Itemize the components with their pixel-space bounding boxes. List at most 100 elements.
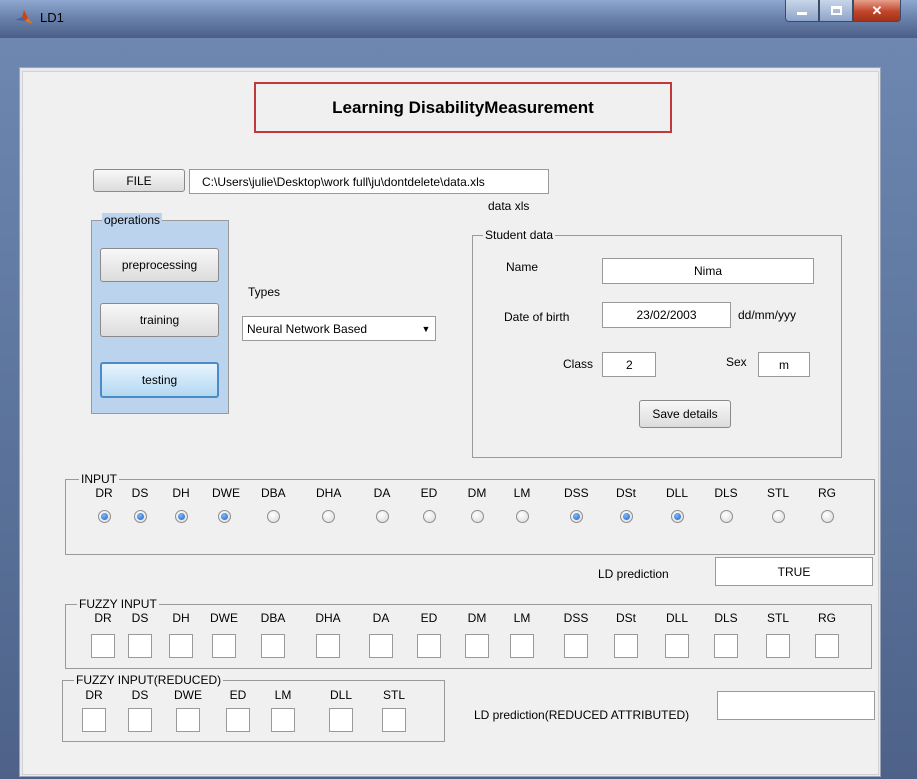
fuzzy-input-label: LM	[513, 611, 531, 625]
save-details-button[interactable]: Save details	[639, 400, 731, 428]
fuzzy-input-field-dst[interactable]	[614, 634, 638, 658]
input-radio-dr[interactable]	[98, 510, 111, 523]
name-field[interactable]: Nima	[602, 258, 814, 284]
fuzzy-reduced-label: STL	[382, 688, 405, 702]
fuzzy-input-field-rg[interactable]	[815, 634, 839, 658]
fuzzy-reduced-field-dwe[interactable]	[176, 708, 200, 732]
fuzzy-input-field-dr[interactable]	[91, 634, 115, 658]
fuzzy-input-field-lm[interactable]	[510, 634, 534, 658]
class-field[interactable]: 2	[602, 352, 656, 377]
input-label: RG	[818, 486, 836, 500]
fuzzy-reduced-field-stl[interactable]	[382, 708, 406, 732]
fuzzy-input-field-stl[interactable]	[766, 634, 790, 658]
maximize-icon	[830, 6, 842, 15]
input-radio-dls[interactable]	[720, 510, 733, 523]
input-radio-stl[interactable]	[772, 510, 785, 523]
fuzzy-input-label: DWE	[210, 611, 238, 625]
sex-field[interactable]: m	[758, 352, 810, 377]
training-button[interactable]: training	[100, 303, 219, 337]
fuzzy-input-label: DS	[131, 611, 149, 625]
window-title: LD1	[40, 10, 64, 25]
title-bar[interactable]: LD1 ✕	[0, 0, 917, 38]
input-radio-dss[interactable]	[570, 510, 583, 523]
input-label: STL	[766, 486, 789, 500]
fuzzy-reduced-field-dll[interactable]	[329, 708, 353, 732]
file-button[interactable]: FILE	[93, 169, 185, 192]
input-radio-dha[interactable]	[322, 510, 335, 523]
ld-prediction-field[interactable]: TRUE	[715, 557, 873, 586]
input-label: DSS	[564, 486, 589, 500]
input-radio-da[interactable]	[376, 510, 389, 523]
fuzzy-input-field-dha[interactable]	[316, 634, 340, 658]
fuzzy-reduced-label: DLL	[329, 688, 352, 702]
dob-format-label: dd/mm/yyy	[738, 308, 797, 322]
input-radio-rg[interactable]	[821, 510, 834, 523]
sex-label: Sex	[726, 355, 747, 369]
fuzzy-input-field-dm[interactable]	[465, 634, 489, 658]
main-panel: Learning DisabilityMeasurement FILE C:\U…	[22, 71, 879, 775]
fuzzy-input-label: DLL	[665, 611, 688, 625]
input-label: DWE	[212, 486, 240, 500]
chevron-down-icon: ▼	[421, 323, 431, 334]
fuzzy-reduced-field-dr[interactable]	[82, 708, 106, 732]
fuzzy-input-label: DLS	[714, 611, 738, 625]
fuzzy-input-field-dss[interactable]	[564, 634, 588, 658]
ld-prediction-reduced-field[interactable]	[717, 691, 875, 720]
input-label: DH	[172, 486, 190, 500]
input-label: LM	[513, 486, 531, 500]
types-label: Types	[248, 285, 281, 299]
dob-field[interactable]: 23/02/2003	[602, 302, 731, 328]
input-label: DM	[467, 486, 487, 500]
fuzzy-reduced-field-ed[interactable]	[226, 708, 250, 732]
figure-client-area: Learning DisabilityMeasurement FILE C:\U…	[19, 67, 881, 777]
fuzzy-input-field-ed[interactable]	[417, 634, 441, 658]
fuzzy-input-field-ds[interactable]	[128, 634, 152, 658]
input-radio-ed[interactable]	[423, 510, 436, 523]
close-button[interactable]: ✕	[853, 0, 901, 22]
fuzzy-input-field-dls[interactable]	[714, 634, 738, 658]
fuzzy-reduced-title: FUZZY INPUT(REDUCED)	[74, 673, 224, 687]
fuzzy-input-label: DHA	[315, 611, 341, 625]
input-radio-dwe[interactable]	[218, 510, 231, 523]
fuzzy-input-field-dll[interactable]	[665, 634, 689, 658]
input-radio-dll[interactable]	[671, 510, 684, 523]
fuzzy-input-group: FUZZY INPUT DR DS DH DWE DBA DHA DA ED DM LM DSS DS…	[65, 597, 872, 669]
input-radio-lm[interactable]	[516, 510, 529, 523]
operations-title: operations	[102, 213, 163, 227]
fuzzy-input-field-dba[interactable]	[261, 634, 285, 658]
fuzzy-reduced-field-ds[interactable]	[128, 708, 152, 732]
fuzzy-input-field-da[interactable]	[369, 634, 393, 658]
testing-button[interactable]: testing	[100, 362, 219, 398]
fuzzy-input-label: DA	[372, 611, 390, 625]
fuzzy-reduced-label: DR	[85, 688, 103, 702]
fuzzy-reduced-field-lm[interactable]	[271, 708, 295, 732]
minimize-button[interactable]	[785, 0, 819, 22]
page-title-box: Learning DisabilityMeasurement	[254, 82, 672, 133]
maximize-button[interactable]	[819, 0, 853, 22]
input-label: DSt	[615, 486, 636, 500]
input-title: INPUT	[79, 472, 119, 486]
minimize-icon	[797, 12, 807, 15]
input-radio-ds[interactable]	[134, 510, 147, 523]
fuzzy-input-field-dwe[interactable]	[212, 634, 236, 658]
fuzzy-input-label: DBA	[260, 611, 286, 625]
input-label: DS	[131, 486, 149, 500]
fuzzy-input-title: FUZZY INPUT	[77, 597, 159, 611]
input-radio-dh[interactable]	[175, 510, 188, 523]
input-label: ED	[420, 486, 438, 500]
fuzzy-input-field-dh[interactable]	[169, 634, 193, 658]
input-radio-dst[interactable]	[620, 510, 633, 523]
file-path-field[interactable]: C:\Users\julie\Desktop\work full\ju\dont…	[189, 169, 549, 194]
fuzzy-reduced-group: FUZZY INPUT(REDUCED) DR DS DWE ED LM DLL STL	[62, 673, 445, 742]
input-label: DLL	[665, 486, 688, 500]
ld-prediction-label: LD prediction	[598, 567, 669, 581]
input-label: DHA	[316, 486, 342, 500]
input-group: INPUT DR DS DH DWE DBA DHA DA ED DM LM DSS DSt DLL DL…	[65, 472, 875, 555]
class-label: Class	[563, 357, 594, 371]
input-radio-dm[interactable]	[471, 510, 484, 523]
input-radio-dba[interactable]	[267, 510, 280, 523]
fuzzy-reduced-label: ED	[229, 688, 247, 702]
types-dropdown[interactable]: Neural Network Based ▼	[242, 316, 436, 341]
preprocessing-button[interactable]: preprocessing	[100, 248, 219, 282]
fuzzy-input-label: STL	[766, 611, 789, 625]
